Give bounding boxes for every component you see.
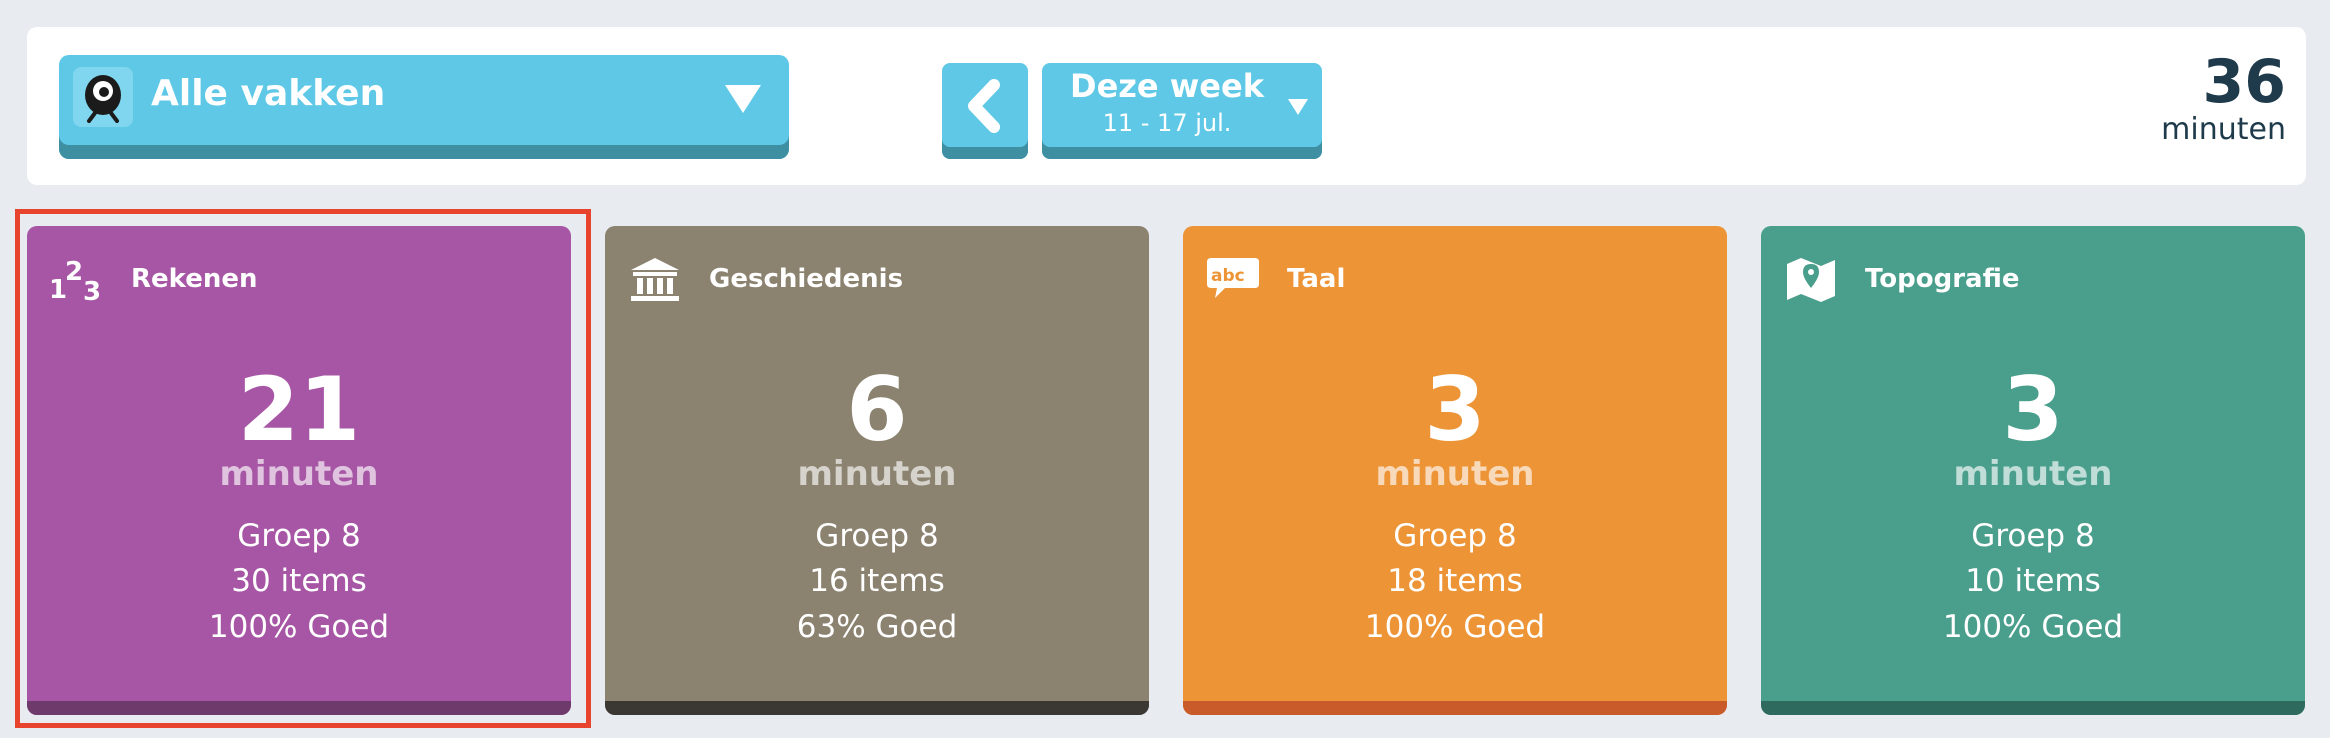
total-minutes-value: 36 [2202,47,2287,117]
card-subject-name: Taal [1287,264,1346,294]
chevron-down-icon [725,85,761,113]
card-score: 100% Goed [1364,609,1546,645]
subject-card-topografie[interactable]: Topografie 3 minuten Groep 8 10 items 10… [1761,226,2305,715]
numbers-123-icon: 1 2 3 [49,254,105,307]
subject-filter-dropdown[interactable]: Alle vakken [59,55,789,159]
total-minutes: 36 minuten [2161,49,2286,145]
museum-icon [627,254,683,304]
top-filter-bar: Alle vakken Deze week 11 - 17 jul. 36 mi… [27,27,2306,185]
card-footer-strip [27,701,571,715]
svg-text:2: 2 [65,257,83,287]
week-selector-dropdown[interactable]: Deze week 11 - 17 jul. [1042,63,1322,159]
card-minutes-value: 21 [237,358,361,461]
card-footer-strip [605,701,1149,715]
week-date-range: 11 - 17 jul. [1102,109,1232,137]
card-group: Groep 8 [1393,518,1517,554]
total-minutes-unit: minuten [2161,112,2286,147]
card-minutes-unit: minuten [797,454,957,494]
map-pin-icon [1783,254,1839,304]
card-subject-name: Topografie [1865,264,2020,294]
week-title: Deze week [1070,67,1264,105]
svg-text:abc: abc [1211,266,1245,286]
svg-text:3: 3 [83,277,101,304]
card-score: 100% Goed [1942,609,2124,645]
subject-filter-label: Alle vakken [151,73,386,114]
mascot-icon [73,67,133,127]
chevron-left-icon [968,79,1000,133]
card-subject-name: Geschiedenis [709,264,904,294]
card-score: 63% Goed [796,609,958,645]
card-subject-name: Rekenen [131,264,258,294]
card-items: 10 items [1965,563,2101,599]
card-minutes-value: 6 [846,358,908,461]
card-minutes-value: 3 [1424,358,1486,461]
abc-speech-bubble-icon: abc [1205,254,1261,304]
card-minutes-unit: minuten [1953,454,2113,494]
subject-card-rekenen[interactable]: 1 2 3 Rekenen 21 minuten Groep 8 30 item… [27,226,571,715]
card-minutes-unit: minuten [1375,454,1535,494]
card-footer-strip [1183,701,1727,715]
card-group: Groep 8 [1971,518,2095,554]
card-group: Groep 8 [815,518,939,554]
card-footer-strip [1761,701,2305,715]
caret-down-icon [1288,99,1308,115]
subject-card-taal[interactable]: abc Taal 3 minuten Groep 8 18 items 100%… [1183,226,1727,715]
card-items: 18 items [1387,563,1523,599]
subject-card-geschiedenis[interactable]: Geschiedenis 6 minuten Groep 8 16 items … [605,226,1149,715]
card-minutes-value: 3 [2002,358,2064,461]
card-group: Groep 8 [237,518,361,554]
card-minutes-unit: minuten [219,454,379,494]
card-items: 16 items [809,563,945,599]
previous-week-button[interactable] [942,63,1028,159]
card-score: 100% Goed [208,609,390,645]
card-items: 30 items [231,563,367,599]
